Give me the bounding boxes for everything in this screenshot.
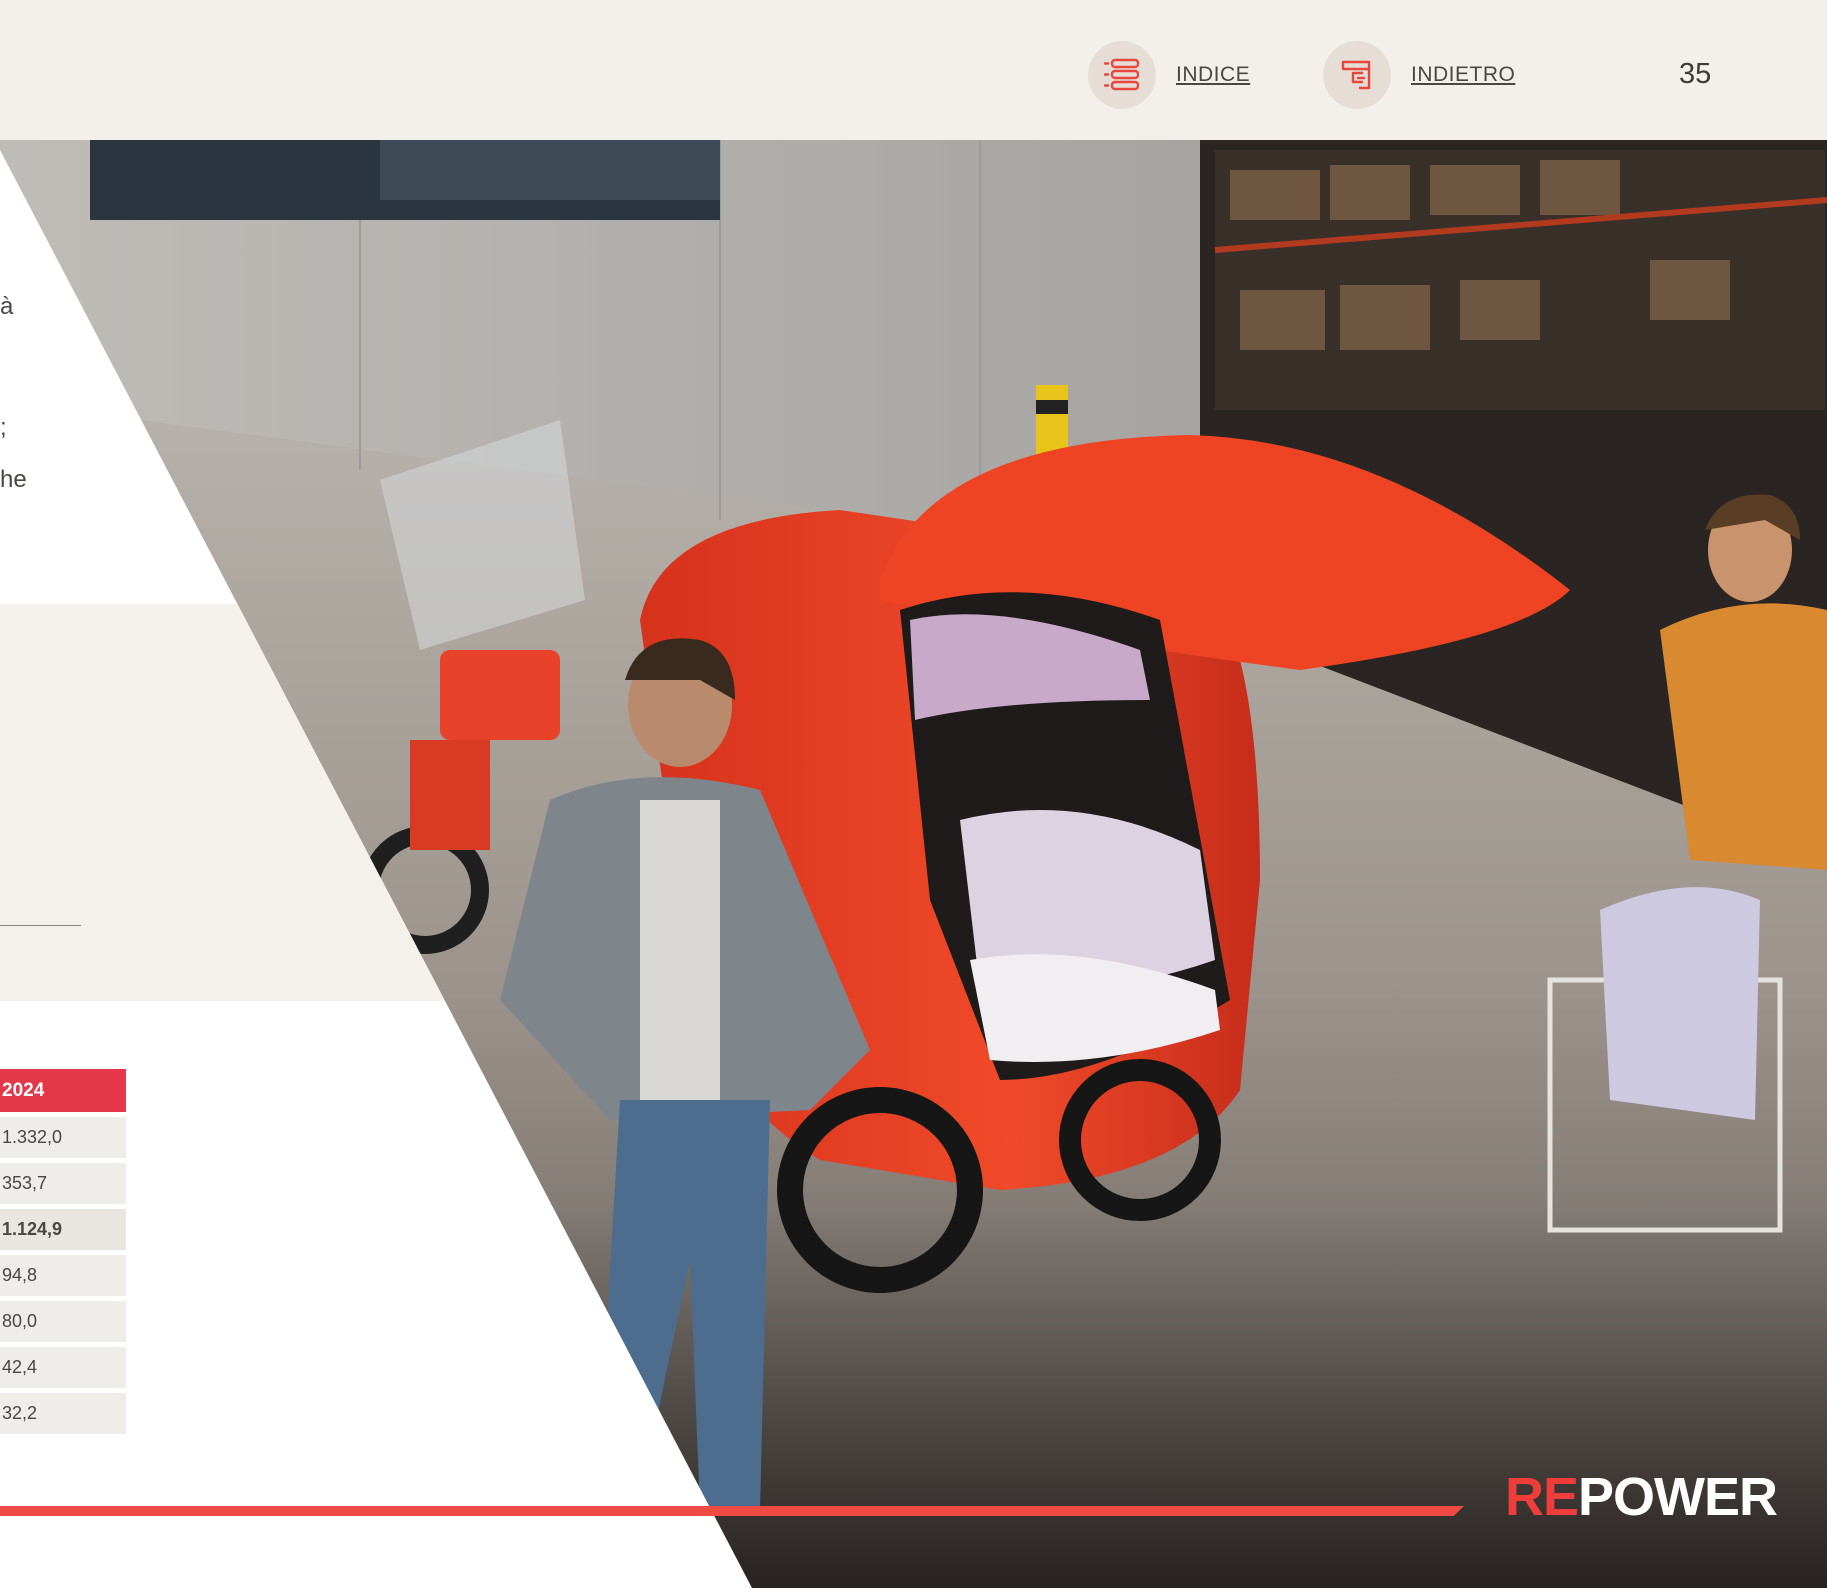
table-header-cell: 2024	[0, 1069, 126, 1112]
logo-power: POWER	[1578, 1467, 1778, 1527]
table-cell: 80,0	[0, 1301, 126, 1342]
top-navigation-bar: INDICE INDIETRO 35	[0, 0, 1827, 140]
index-button[interactable]: INDICE	[1088, 40, 1250, 110]
table-cell: 353,7	[0, 1163, 126, 1204]
back-label: INDIETRO	[1411, 63, 1516, 86]
divider	[0, 925, 81, 926]
table-cell: 42,4	[0, 1347, 126, 1388]
list-icon	[1088, 41, 1156, 109]
page-number: 35	[1679, 58, 1712, 90]
logo-re: RE	[1505, 1467, 1579, 1527]
back-button[interactable]: INDIETRO	[1323, 40, 1515, 110]
body-text-fragment: he	[0, 466, 27, 493]
brand-red-line	[0, 1506, 1464, 1516]
table-cell: 94,8	[0, 1255, 126, 1296]
repower-logo: REPOWER	[1505, 1470, 1778, 1524]
table-cell: 32,2	[0, 1393, 126, 1434]
table-cell: 1.332,0	[0, 1117, 126, 1158]
table-cell-total: 1.124,9	[0, 1209, 126, 1250]
index-label: INDICE	[1176, 63, 1251, 86]
body-text-fragment: ;	[0, 414, 7, 441]
body-text-fragment: à	[0, 293, 14, 320]
data-table: 2024 1.332,0 353,7 1.124,9 94,8 80,0 42,…	[0, 1069, 126, 1434]
back-arrow-icon	[1323, 41, 1391, 109]
